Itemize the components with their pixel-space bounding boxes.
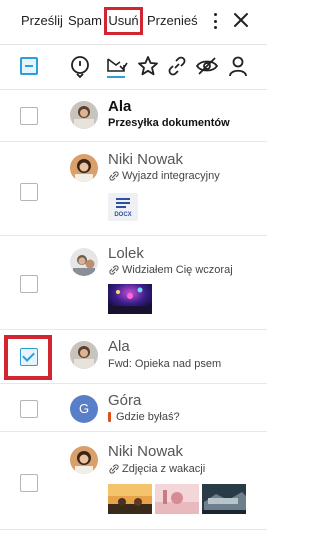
- list-item[interactable]: Ala Przesyłka dokumentów: [0, 90, 267, 142]
- forward-button[interactable]: Prześlij: [21, 12, 63, 30]
- avatar-letter: G: [70, 395, 98, 423]
- image-attachment-thumbnail[interactable]: [108, 484, 152, 514]
- subject-line: Zdjęcia z wakacji: [108, 463, 205, 475]
- active-filter-indicator: [107, 76, 125, 78]
- avatar: [70, 248, 98, 276]
- unread-mail-icon[interactable]: [104, 54, 128, 78]
- hidden-eye-icon[interactable]: [195, 54, 219, 78]
- image-attachment-thumbnail[interactable]: [155, 484, 199, 514]
- sender-name: Ala: [108, 98, 132, 115]
- select-all-checkbox[interactable]: [20, 57, 38, 75]
- more-vertical-icon[interactable]: [208, 11, 222, 31]
- attachment-icon: [109, 464, 119, 474]
- list-item[interactable]: Niki Nowak Zdjęcia z wakacji: [0, 432, 267, 530]
- subject-text: Widziałem Cię wczoraj: [122, 264, 233, 276]
- subject-text: Fwd: Opieka nad psem: [108, 358, 222, 370]
- row-checkbox[interactable]: [20, 107, 38, 125]
- row-checkbox-checked[interactable]: [20, 348, 38, 366]
- sender-name: Ala: [108, 338, 130, 355]
- sender-name: Góra: [108, 392, 142, 409]
- list-item[interactable]: Ala Fwd: Opieka nad psem: [0, 330, 267, 384]
- subject-line: Widziałem Cię wczoraj: [108, 264, 233, 276]
- avatar: [70, 446, 98, 474]
- close-icon[interactable]: [232, 11, 250, 29]
- subject-line: Gdzie byłaś?: [108, 411, 180, 423]
- avatar: [70, 154, 98, 182]
- sender-name: Niki Nowak: [108, 443, 184, 460]
- avatar: [70, 101, 98, 129]
- spam-button[interactable]: Spam: [68, 12, 102, 30]
- image-attachment-thumbnail[interactable]: [108, 284, 152, 314]
- sender-name: Lolek: [108, 245, 144, 262]
- row-checkbox[interactable]: [20, 183, 38, 201]
- subject-text: Przesyłka dokumentów: [108, 117, 230, 129]
- star-icon[interactable]: [136, 54, 160, 78]
- subject-line: Wyjazd integracyjny: [108, 170, 220, 182]
- action-toolbar: Prześlij Spam Usuń Przenieś: [0, 0, 267, 42]
- important-marker-icon: [108, 412, 111, 422]
- mention-icon[interactable]: [68, 54, 92, 78]
- subject-text: Gdzie byłaś?: [116, 411, 180, 423]
- list-item[interactable]: Lolek Widziałem Cię wczoraj: [0, 236, 267, 330]
- image-attachment-thumbnail[interactable]: [202, 484, 246, 514]
- person-icon[interactable]: [226, 54, 250, 78]
- subject-text: Zdjęcia z wakacji: [122, 463, 206, 475]
- sender-name: Niki Nowak: [108, 151, 184, 168]
- document-icon: [116, 198, 130, 208]
- file-type-label: DOCX: [114, 212, 132, 218]
- delete-button[interactable]: Usuń: [104, 7, 143, 35]
- avatar: [70, 341, 98, 369]
- docx-file-thumbnail[interactable]: DOCX: [108, 193, 138, 221]
- list-item[interactable]: Niki Nowak Wyjazd integracyjny DOCX: [0, 142, 267, 236]
- row-checkbox[interactable]: [20, 400, 38, 418]
- subject-text: Wyjazd integracyjny: [122, 170, 220, 182]
- attachment-icon: [109, 265, 119, 275]
- row-checkbox[interactable]: [20, 275, 38, 293]
- divider: [0, 44, 267, 45]
- filter-bar: [0, 46, 267, 90]
- row-checkbox[interactable]: [20, 474, 38, 492]
- list-item[interactable]: G Góra Gdzie byłaś?: [0, 384, 267, 432]
- attachment-link-icon[interactable]: [165, 54, 189, 78]
- attachment-icon: [109, 171, 119, 181]
- move-button[interactable]: Przenieś: [147, 12, 198, 30]
